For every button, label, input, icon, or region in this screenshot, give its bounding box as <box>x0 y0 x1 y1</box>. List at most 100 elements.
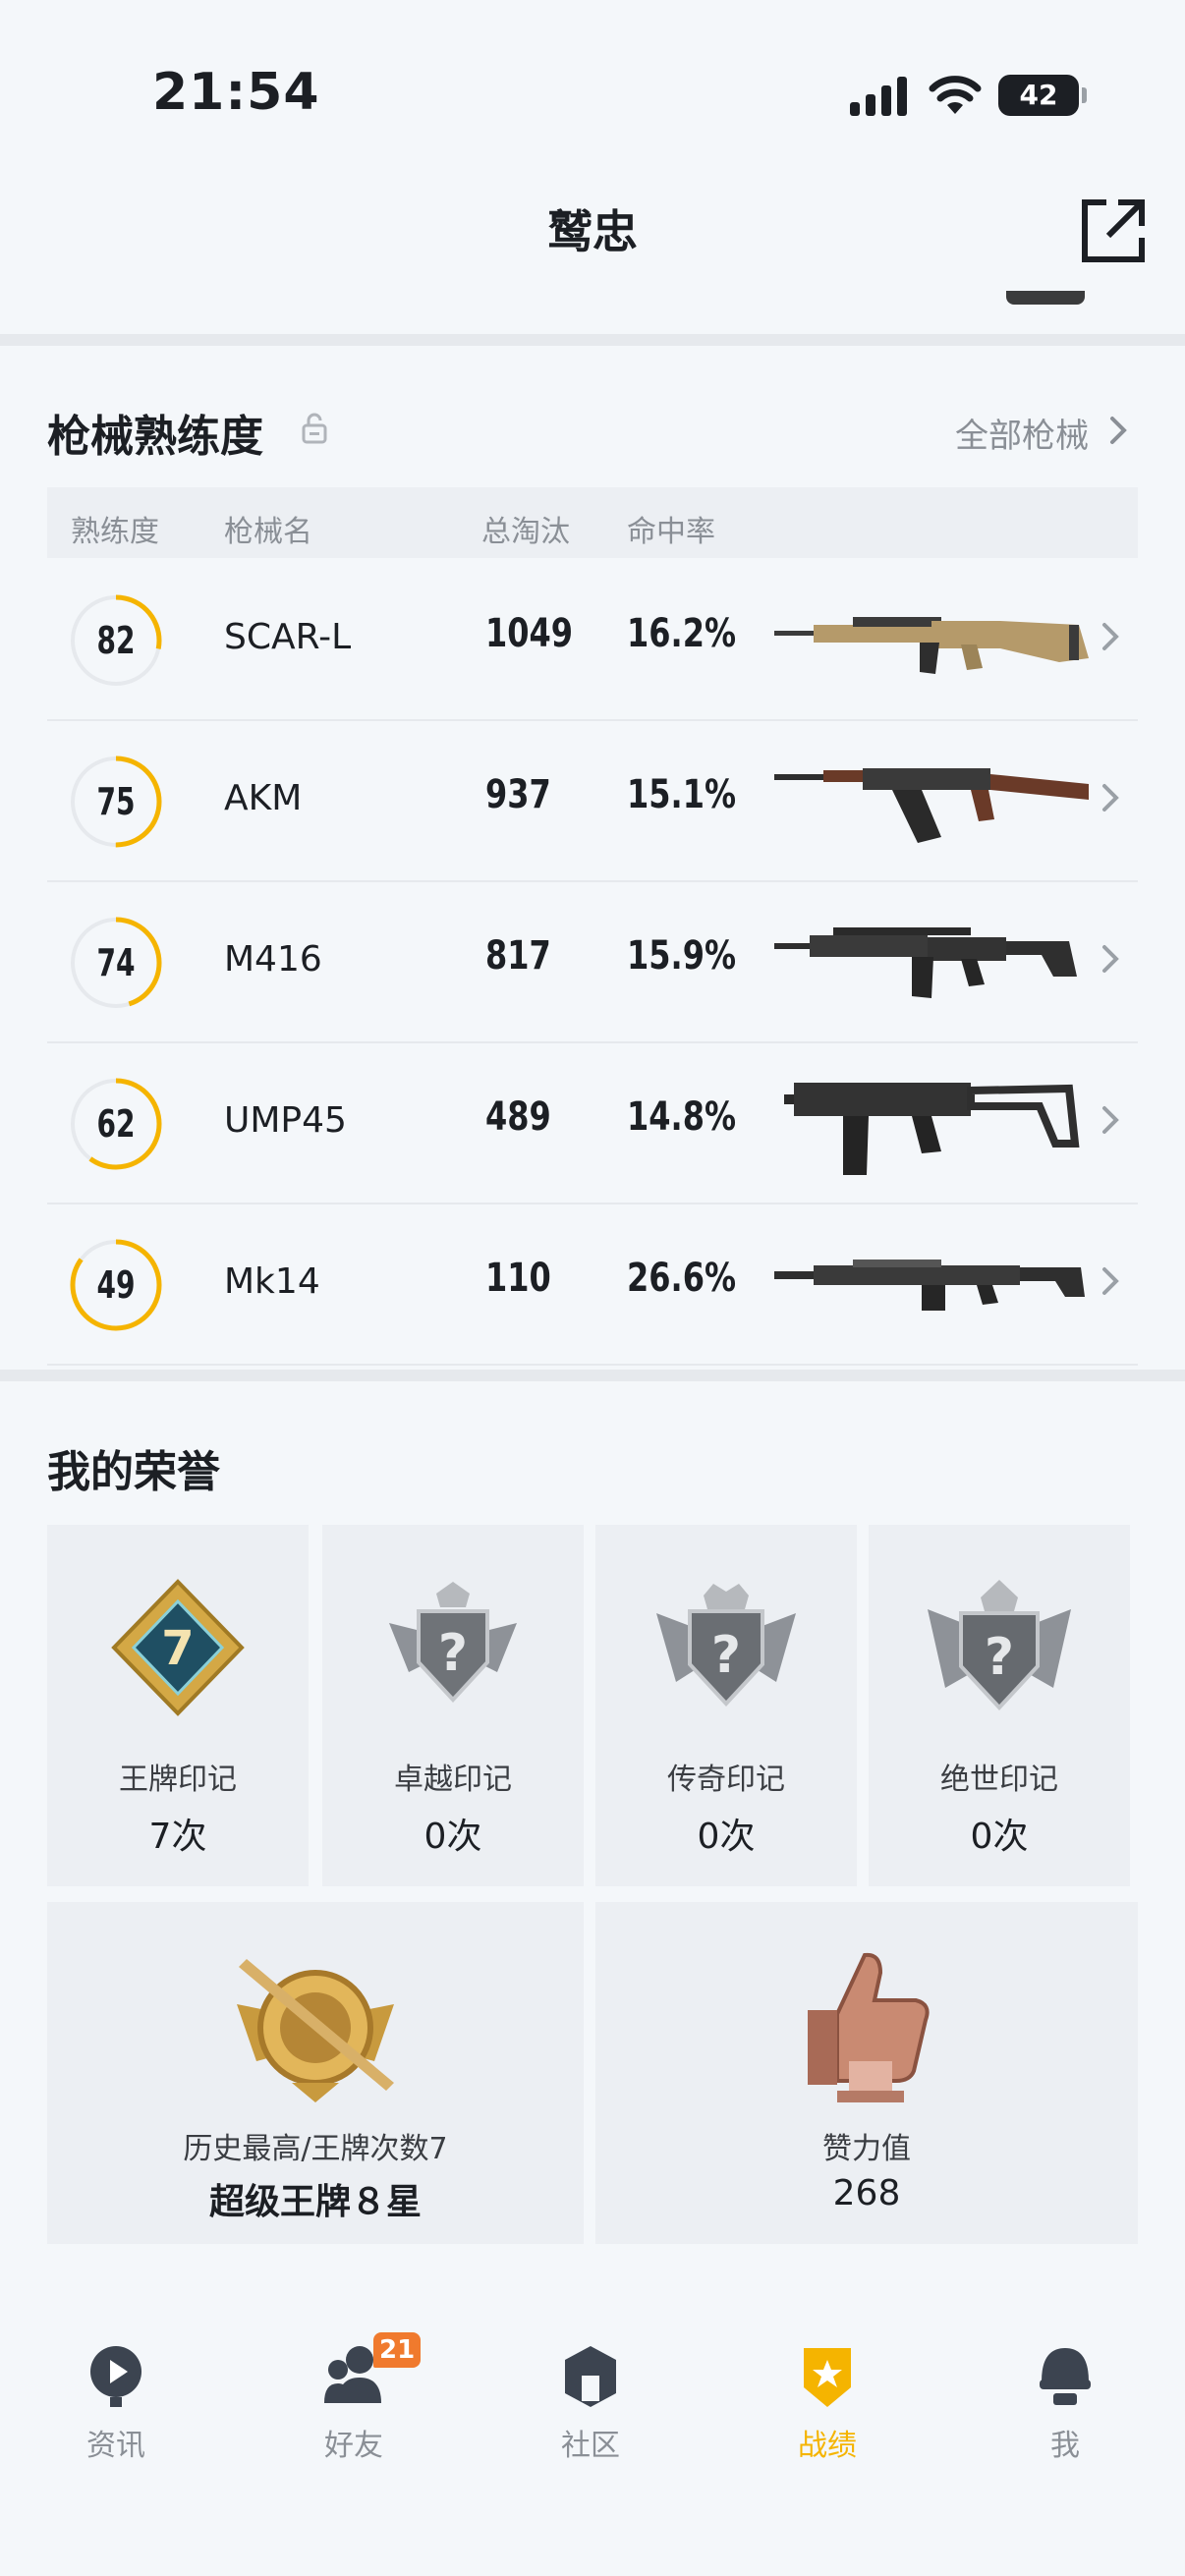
m416-rifle-icon <box>774 927 1077 998</box>
battery-level: 42 <box>1019 79 1058 111</box>
honor-label: 绝世印记 <box>940 1763 1058 1797</box>
proficiency-value: 74 <box>96 941 136 984</box>
peerless-mark-badge-icon: ? <box>928 1580 1071 1710</box>
weapon-accuracy: 15.9% <box>627 933 737 979</box>
chevron-right-icon <box>1102 1106 1119 1134</box>
legend-mark-symbol: ? <box>711 1626 741 1685</box>
proficiency-value: 49 <box>96 1263 136 1307</box>
weapon-row-akm[interactable]: 75 AKM 937 15.1% <box>47 721 1138 882</box>
tab-community[interactable]: 社区 <box>512 2342 669 2490</box>
honor-card-peerless[interactable]: ? 绝世印记 0次 <box>869 1525 1130 1886</box>
tab-news[interactable]: 资讯 <box>37 2342 195 2490</box>
column-proficiency: 熟练度 <box>71 515 159 549</box>
weapon-accuracy: 26.6% <box>627 1256 737 1301</box>
weapon-accuracy: 16.2% <box>627 611 737 656</box>
peerless-mark-symbol: ? <box>985 1628 1014 1687</box>
weapon-name: SCAR-L <box>224 617 352 657</box>
ump45-smg-icon <box>784 1083 1080 1175</box>
friends-notification-badge: 21 <box>373 2332 422 2368</box>
wifi-icon <box>929 76 982 114</box>
honor-count: 0次 <box>423 1817 482 1857</box>
honor-card-legend[interactable]: ? 传奇印记 0次 <box>595 1525 857 1886</box>
weapon-row-scar-l[interactable]: 82 SCAR-L 1049 16.2% <box>47 560 1138 721</box>
section-divider <box>0 1370 1185 1381</box>
honor-count: 0次 <box>970 1817 1029 1857</box>
honor-count: 7次 <box>148 1817 207 1857</box>
proficiency-value: 82 <box>96 619 136 662</box>
history-best-label: 历史最高/王牌次数7 <box>183 2132 448 2166</box>
record-icon <box>804 2348 851 2407</box>
likes-card[interactable]: 赞力值 268 <box>595 1902 1138 2244</box>
weapon-row-m416[interactable]: 74 M416 817 15.9% <box>47 882 1138 1043</box>
profile-helmet-icon <box>1040 2348 1091 2405</box>
signal-icon <box>850 77 907 116</box>
weapon-kills: 110 <box>485 1256 551 1301</box>
weapon-accuracy: 15.1% <box>627 772 737 817</box>
page-title: 鹫忠 <box>547 205 638 258</box>
ace-rank-badge-icon <box>237 1959 394 2102</box>
history-best-card[interactable]: 历史最高/王牌次数7 超级王牌８星 <box>47 1902 584 2244</box>
weapon-kills: 817 <box>485 933 551 979</box>
history-best-value: 超级王牌８星 <box>208 2182 422 2222</box>
column-kills: 总淘汰 <box>481 515 570 549</box>
weapon-section-title: 枪械熟练度 <box>47 412 263 462</box>
bottom-tab-bar: 资讯 21 好友 社区 战绩 我 <box>0 2319 1185 2576</box>
honor-count: 0次 <box>697 1817 756 1857</box>
weapon-name: M416 <box>224 939 322 980</box>
proficiency-value: 75 <box>96 780 136 823</box>
status-time: 21:54 <box>152 63 320 122</box>
honor-section-title: 我的荣誉 <box>47 1447 220 1497</box>
lock-icon <box>302 413 327 444</box>
tab-friends[interactable]: 21 好友 <box>275 2332 432 2490</box>
tab-label: 好友 <box>324 2429 383 2463</box>
weapon-accuracy: 14.8% <box>627 1094 737 1140</box>
chevron-right-icon <box>1102 1267 1119 1295</box>
weapon-kills: 1049 <box>485 611 574 656</box>
column-accuracy: 命中率 <box>627 515 715 549</box>
tab-label: 战绩 <box>798 2429 857 2463</box>
chevron-right-icon <box>1102 623 1119 650</box>
honor-card-excellence[interactable]: ? 卓越印记 0次 <box>322 1525 584 1886</box>
tab-label: 我 <box>1050 2429 1080 2463</box>
likes-label: 赞力值 <box>822 2132 911 2166</box>
battery-icon: 42 <box>998 75 1087 116</box>
column-weapon-name: 枪械名 <box>224 515 312 549</box>
weapon-row-mk14[interactable]: 49 Mk14 110 26.6% <box>47 1204 1138 1366</box>
community-icon <box>565 2346 616 2407</box>
thumbs-up-trophy-icon <box>808 1952 930 2102</box>
tab-label: 资讯 <box>86 2429 145 2463</box>
share-button[interactable] <box>1079 196 1148 265</box>
status-bar: 21:54 42 <box>0 0 1185 187</box>
section-divider <box>0 334 1185 346</box>
honor-label: 卓越印记 <box>394 1763 512 1797</box>
weapon-kills: 489 <box>485 1094 551 1140</box>
weapon-name: Mk14 <box>224 1261 320 1302</box>
chevron-right-icon <box>1102 945 1119 973</box>
weapon-table-header: 熟练度 枪械名 总淘汰 命中率 <box>47 487 1138 558</box>
honor-label: 王牌印记 <box>119 1763 237 1797</box>
scar-l-rifle-icon <box>774 617 1089 674</box>
ace-mark-badge-icon: 7 <box>111 1579 245 1716</box>
weapon-name: UMP45 <box>224 1100 347 1141</box>
akm-rifle-icon <box>774 768 1089 843</box>
scrolled-content-edge <box>1006 291 1085 305</box>
proficiency-value: 62 <box>96 1102 136 1146</box>
weapon-name: AKM <box>224 778 303 818</box>
news-icon <box>90 2346 141 2407</box>
weapon-kills: 937 <box>485 772 551 817</box>
tab-profile[interactable]: 我 <box>987 2342 1144 2490</box>
likes-value: 268 <box>832 2173 901 2213</box>
chevron-right-icon <box>1102 784 1119 812</box>
tab-record[interactable]: 战绩 <box>749 2342 906 2490</box>
mk14-dmr-icon <box>774 1260 1085 1311</box>
honor-label: 传奇印记 <box>667 1763 785 1797</box>
excellence-mark-symbol: ? <box>438 1624 468 1683</box>
weapon-row-ump45[interactable]: 62 UMP45 489 14.8% <box>47 1043 1138 1204</box>
honor-card-ace[interactable]: 7 王牌印记 7次 <box>47 1525 309 1886</box>
excellence-mark-badge-icon: ? <box>389 1582 517 1703</box>
ace-mark-number: 7 <box>161 1621 194 1676</box>
tab-label: 社区 <box>561 2429 620 2463</box>
all-weapons-link[interactable]: 全部枪械 <box>955 409 1089 457</box>
legend-mark-badge-icon: ? <box>656 1584 796 1707</box>
chevron-right-icon[interactable] <box>1108 415 1128 446</box>
